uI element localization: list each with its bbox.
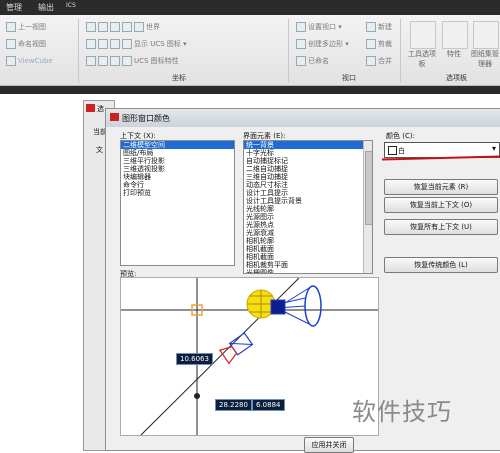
context-list: 二维模型空间 图纸/布局 三维平行投影 三维透视投影 块编辑器 命令行 打印预览 [121, 141, 234, 197]
options-header-label: 文 [96, 146, 103, 154]
interface-list-item[interactable]: 光栅图像 [244, 269, 372, 273]
context-listbox[interactable]: 二维模型空间 图纸/布局 三维平行投影 三维透视投影 块编辑器 命令行 打印预览 [120, 140, 235, 266]
context-list-item[interactable]: 打印预览 [121, 189, 234, 197]
interface-list-item[interactable]: 光源热点 [244, 221, 372, 229]
tab-output[interactable]: 输出 [38, 2, 54, 13]
join-viewport-button[interactable]: 合并 [366, 56, 392, 66]
tab-ics[interactable]: ICS [66, 2, 76, 9]
named-view-icon [6, 39, 16, 49]
apply-and-close-button[interactable]: 应用并关闭 [304, 437, 354, 453]
viewcube-icon [6, 56, 16, 66]
interface-list-item[interactable]: 相机裁剪平面 [244, 261, 372, 269]
tool-palettes-icon[interactable] [410, 21, 436, 49]
interface-list-item[interactable]: 相机截面 [244, 245, 372, 253]
panel-title-palettes: 选项板 [446, 74, 467, 82]
ucs-tool-row2[interactable]: 显示 UCS 图标 ▾ [86, 39, 187, 49]
polygon-icon [296, 39, 306, 49]
restore-current-element-button[interactable]: 恢复当前元素 (R) [384, 179, 498, 195]
properties-label: 特性 [447, 50, 461, 58]
interface-list-item[interactable]: 三维自动捕捉 [244, 173, 372, 181]
clip-icon [366, 39, 376, 49]
interface-list-item[interactable]: 统一背景 [244, 141, 372, 149]
restore-current-context-button[interactable]: 恢复当前上下文 (O) [384, 197, 498, 213]
context-list-item[interactable]: 三维平行投影 [121, 157, 234, 165]
dialog-titlebar: 图形窗口颜色 [106, 109, 500, 127]
ucs-tool-row1[interactable]: 世界 [86, 22, 160, 32]
options-dialog-title: 选 [97, 105, 104, 113]
world-label: 世界 [146, 23, 160, 31]
restore-all-contexts-button[interactable]: 恢复所有上下文 (U) [384, 219, 498, 235]
ribbon-separator [78, 19, 79, 83]
viewcube-button[interactable]: ViewCube [6, 56, 53, 66]
show-ucs-icon-label: 显示 UCS 图标 [134, 40, 181, 48]
world-icon [134, 22, 144, 32]
drawing-area-strip [0, 86, 500, 94]
dimension-tag: 28.2280 [215, 399, 252, 411]
interface-element-listbox[interactable]: 统一背景 十字光标 自动捕捉标记 二维自动捕捉 三维自动捕捉 动态尺寸标注 设计工具提示 设计… [243, 140, 373, 274]
named-viewports-icon [296, 56, 306, 66]
color-swatch [388, 146, 397, 155]
viewport-config-icon [296, 22, 306, 32]
prev-view-label: 上一视图 [18, 23, 46, 31]
context-list-item[interactable]: 块编辑器 [121, 173, 234, 181]
ribbon: 上一视图 命名视图 ViewCube 世界 显示 UCS 图标 ▾ UCS 图标… [0, 15, 500, 86]
ucs-tool-row3[interactable]: UCS 图标特性 [86, 56, 179, 66]
tab-manage[interactable]: 管理 [6, 2, 22, 13]
interface-list-item[interactable]: 相机轮廓 [244, 237, 372, 245]
autocad-logo-icon [86, 104, 95, 112]
scrollbar-thumb[interactable] [365, 151, 372, 225]
interface-scrollbar[interactable] [363, 141, 372, 273]
ribbon-tab-bar: 管理 输出 ICS [0, 0, 500, 15]
new-viewport-button[interactable]: 新建 [366, 22, 392, 32]
prev-view-icon [6, 22, 16, 32]
preview-area: 10.6063 28.2280 6.0884 [120, 277, 379, 436]
new-icon [366, 22, 376, 32]
preview-drawing [121, 278, 378, 435]
interface-list-item[interactable]: 十字光标 [244, 149, 372, 157]
interface-list-item[interactable]: 光源衰减 [244, 229, 372, 237]
autocad-logo-icon [110, 113, 119, 121]
sheet-set-manager-icon[interactable] [473, 21, 499, 49]
prev-view-button[interactable]: 上一视图 [6, 22, 46, 32]
color-label: 颜色 (C): [386, 132, 415, 140]
context-list-item[interactable]: 命令行 [121, 181, 234, 189]
named-viewports-button[interactable]: 已命名 [296, 56, 329, 66]
viewport-config-button[interactable]: 设置视口 ▾ [296, 22, 342, 32]
interface-list-item[interactable]: 相机截面 [244, 253, 372, 261]
restore-classic-colors-button[interactable]: 恢复传统颜色 (L) [384, 257, 498, 273]
dialog-title: 图形窗口颜色 [122, 114, 170, 123]
join-icon [366, 56, 376, 66]
create-polygon-button[interactable]: 创建多边形 ▾ [296, 39, 349, 49]
properties-icon[interactable] [442, 21, 468, 49]
interface-list-item[interactable]: 设计工具提示背景 [244, 197, 372, 205]
interface-list-item[interactable]: 二维自动捕捉 [244, 165, 372, 173]
dimension-tag: 6.0884 [252, 399, 285, 411]
named-view-label: 命名视图 [18, 40, 46, 48]
interface-element-list: 统一背景 十字光标 自动捕捉标记 二维自动捕捉 三维自动捕捉 动态尺寸标注 设计工具提示 设计… [244, 141, 372, 273]
interface-list-item[interactable]: 动态尺寸标注 [244, 181, 372, 189]
sheet-set-manager-label: 图纸集管理器 [471, 50, 499, 68]
context-list-item[interactable]: 图纸/布局 [121, 149, 234, 157]
viewcube-label: ViewCube [18, 57, 53, 65]
dimension-tag: 10.6063 [176, 353, 213, 365]
ucs-icon-props-label: UCS 图标特性 [134, 57, 179, 65]
interface-list-item[interactable]: 光源图示 [244, 213, 372, 221]
ribbon-separator [288, 19, 289, 83]
panel-title-viewports: 视口 [342, 74, 356, 82]
ribbon-separator [400, 19, 401, 83]
panel-title-coordinates: 坐标 [172, 74, 186, 82]
tool-palettes-label: 工具选项板 [408, 50, 436, 68]
context-list-item[interactable]: 二维模型空间 [121, 141, 234, 149]
watermark-text: 软件技巧 [352, 398, 452, 426]
clip-viewport-button[interactable]: 剪裁 [366, 39, 392, 49]
interface-list-item[interactable]: 自动捕捉标记 [244, 157, 372, 165]
context-list-item[interactable]: 三维透视投影 [121, 165, 234, 173]
chevron-down-icon: ▾ [491, 144, 496, 153]
color-value: 白 [398, 147, 405, 155]
interface-list-item[interactable]: 光线轮廓 [244, 205, 372, 213]
named-view-button[interactable]: 命名视图 [6, 39, 46, 49]
interface-list-item[interactable]: 设计工具提示 [244, 189, 372, 197]
